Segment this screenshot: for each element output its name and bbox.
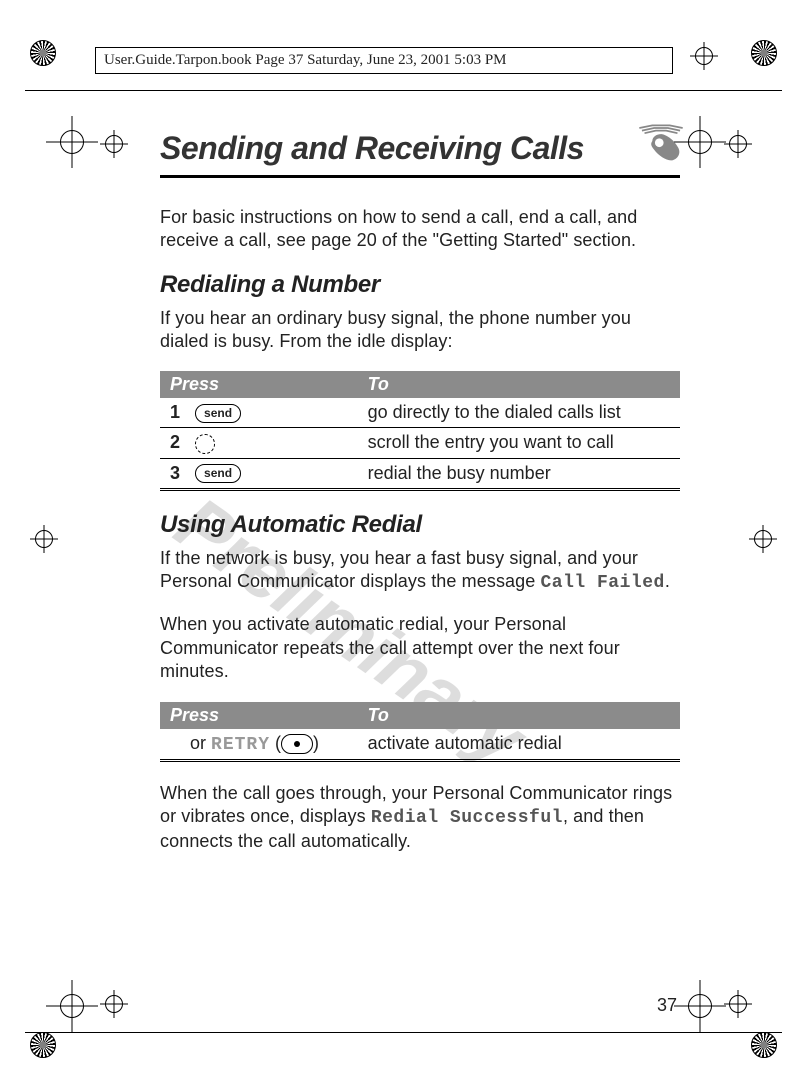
crop-mark-icon	[30, 1032, 56, 1058]
lcd-text: Call Failed	[540, 573, 664, 593]
step-desc: scroll the entry you want to call	[358, 428, 680, 458]
softkey-label: RETRY	[211, 735, 270, 755]
text-fragment: .	[665, 571, 670, 591]
table-row: 3 send redial the busy number	[160, 458, 680, 489]
section2-para1: If the network is busy, you hear a fast …	[160, 547, 680, 596]
step-desc: redial the busy number	[358, 458, 680, 489]
step-number: 3	[170, 463, 190, 484]
register-circle-icon	[688, 994, 712, 1018]
section1-text: If you hear an ordinary busy signal, the…	[160, 307, 680, 354]
crop-mark-icon	[751, 1032, 777, 1058]
section-heading-auto-redial: Using Automatic Redial	[160, 511, 680, 539]
step-desc: activate automatic redial	[358, 729, 680, 761]
select-key-icon	[281, 734, 313, 754]
step-number: 1	[170, 402, 190, 423]
send-key-icon: send	[195, 464, 241, 483]
table-head-press: Press	[160, 371, 358, 398]
section-heading-redial: Redialing a Number	[160, 271, 680, 299]
register-mark-icon	[100, 990, 128, 1018]
page-rule	[25, 1032, 782, 1033]
page-number: 37	[657, 995, 677, 1016]
table-row: 1 send go directly to the dialed calls l…	[160, 398, 680, 428]
crop-mark-icon	[751, 40, 777, 66]
table-row: or RETRY () activate automatic redial	[160, 729, 680, 761]
intro-paragraph: For basic instructions on how to send a …	[160, 206, 680, 253]
send-key-icon: send	[195, 404, 241, 423]
nav-key-icon	[195, 434, 215, 454]
text-fragment: or	[190, 733, 211, 753]
redial-table: Press To 1 send go directly to the diale…	[160, 371, 680, 490]
section2-para2: When you activate automatic redial, your…	[160, 613, 680, 683]
register-mark-icon	[749, 525, 777, 553]
page-header: User.Guide.Tarpon.book Page 37 Saturday,…	[95, 47, 673, 74]
step-desc: go directly to the dialed calls list	[358, 398, 680, 428]
register-mark-icon	[690, 42, 718, 70]
register-circle-icon	[60, 994, 84, 1018]
auto-redial-table: Press To or RETRY () activate automatic …	[160, 702, 680, 762]
title-rule	[160, 175, 680, 178]
lcd-text: Redial Successful	[371, 808, 563, 828]
table-row: 2 scroll the entry you want to call	[160, 428, 680, 458]
text-fragment: )	[313, 733, 319, 753]
chapter-title: Sending and Receiving Calls	[160, 130, 680, 167]
register-mark-icon	[100, 130, 128, 158]
crop-mark-icon	[30, 40, 56, 66]
register-mark-icon	[724, 130, 752, 158]
register-mark-icon	[724, 990, 752, 1018]
page-content: Sending and Receiving Calls For basic in…	[160, 130, 680, 872]
register-circle-icon	[688, 130, 712, 154]
page-rule	[25, 90, 782, 91]
table-head-to: To	[358, 702, 680, 729]
text-fragment: (	[270, 733, 281, 753]
table-head-press: Press	[160, 702, 358, 729]
step-number: 2	[170, 432, 190, 453]
table-head-to: To	[358, 371, 680, 398]
register-mark-icon	[30, 525, 58, 553]
register-circle-icon	[60, 130, 84, 154]
section2-para3: When the call goes through, your Persona…	[160, 782, 680, 854]
